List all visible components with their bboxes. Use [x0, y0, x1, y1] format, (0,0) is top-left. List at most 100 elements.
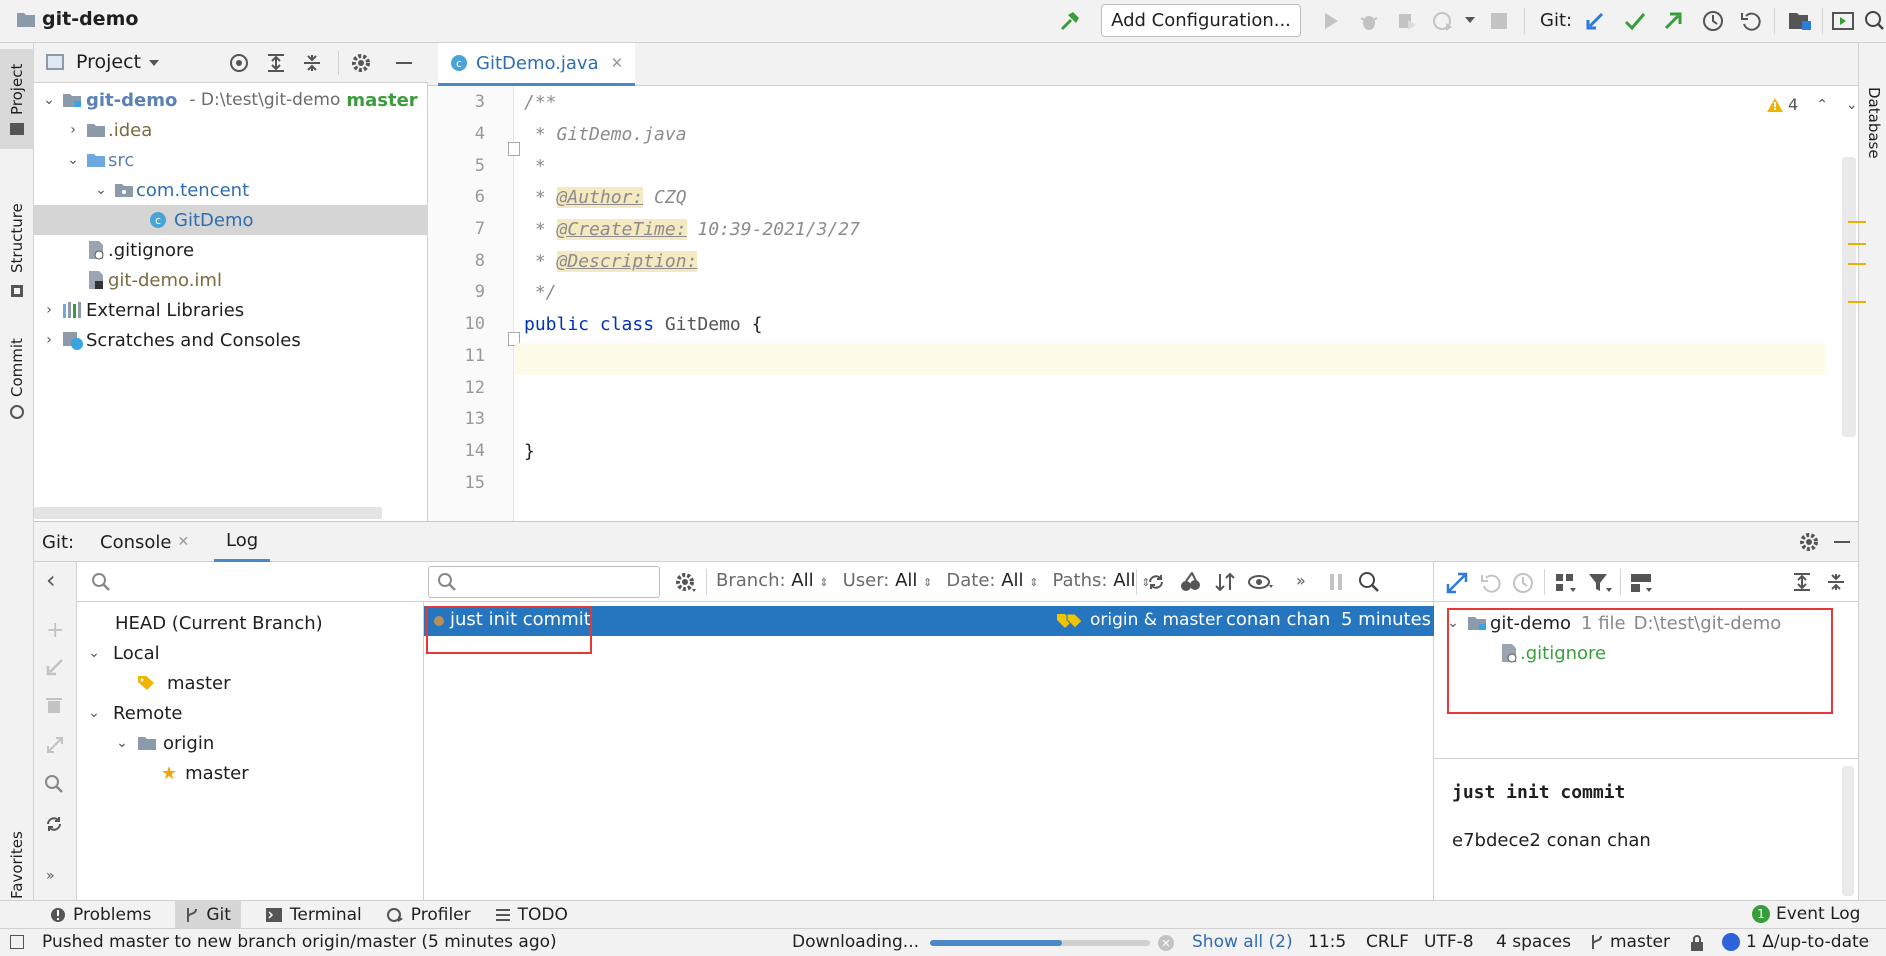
- refresh-icon[interactable]: [44, 814, 64, 834]
- hide-panel-icon[interactable]: [1834, 541, 1850, 543]
- chevron-up-icon[interactable]: ⌃: [1816, 97, 1828, 113]
- coverage-icon[interactable]: [1396, 10, 1418, 32]
- git-update-icon[interactable]: [1584, 10, 1606, 32]
- gear-icon[interactable]: [1798, 531, 1820, 553]
- tool-terminal[interactable]: Terminal: [265, 905, 362, 925]
- chevron-down-icon[interactable]: ⌄: [83, 705, 105, 721]
- status-toggle-icon[interactable]: [10, 935, 24, 949]
- tree-item-package[interactable]: ⌄ com.tencent: [90, 175, 249, 205]
- warning-stripe[interactable]: [1848, 243, 1866, 245]
- warning-stripe[interactable]: [1848, 221, 1866, 223]
- stop-icon[interactable]: [1490, 12, 1508, 30]
- cherry-pick-icon[interactable]: [1180, 572, 1202, 592]
- editor-tab-gitdemo[interactable]: c GitDemo.java ✕: [438, 43, 636, 86]
- branch-group-local[interactable]: ⌄ Local: [83, 638, 160, 668]
- search-icon[interactable]: [1358, 571, 1380, 593]
- run-icon[interactable]: [1322, 11, 1340, 31]
- details-scrollbar[interactable]: [1842, 766, 1854, 896]
- indent-setting[interactable]: 4 spaces: [1496, 932, 1571, 952]
- branch-head[interactable]: HEAD (Current Branch): [115, 608, 323, 638]
- branch-group-remote[interactable]: ⌄ Remote: [83, 698, 182, 728]
- history-icon[interactable]: [1702, 10, 1724, 32]
- branch-remote-origin[interactable]: ⌄ origin: [111, 728, 214, 758]
- chevron-down-icon[interactable]: ⌄: [83, 645, 105, 661]
- chevron-down-icon[interactable]: ⌄: [90, 182, 112, 198]
- branch-search-input[interactable]: [77, 562, 424, 602]
- run-anything-icon[interactable]: [1832, 10, 1854, 32]
- checkout-icon[interactable]: [46, 658, 64, 676]
- project-structure-icon[interactable]: [1788, 10, 1812, 32]
- tool-profiler[interactable]: Profiler: [386, 905, 471, 925]
- tool-problems[interactable]: Problems: [50, 905, 151, 925]
- chevron-right-icon[interactable]: ›: [38, 302, 60, 318]
- add-configuration-button[interactable]: Add Configuration...: [1101, 4, 1301, 37]
- tool-event-log[interactable]: 1 Event Log: [1752, 904, 1860, 924]
- structure-strip-tab[interactable]: Structure: [0, 161, 34, 311]
- tree-item-external-libraries[interactable]: › External Libraries: [34, 295, 244, 325]
- expand-all-icon[interactable]: [266, 53, 286, 73]
- tool-todo[interactable]: TODO: [495, 905, 568, 925]
- caret-position[interactable]: 11:5: [1308, 932, 1346, 952]
- delete-icon[interactable]: [46, 696, 62, 714]
- locate-icon[interactable]: [228, 52, 250, 74]
- horizontal-scrollbar[interactable]: [34, 507, 382, 519]
- search-icon[interactable]: [44, 774, 64, 794]
- profile-icon[interactable]: [1432, 10, 1454, 32]
- project-view-label[interactable]: Project: [76, 51, 141, 73]
- user-filter[interactable]: User: All ⇕: [843, 570, 933, 591]
- close-icon[interactable]: ✕: [611, 54, 624, 72]
- database-strip-tab[interactable]: Database: [1859, 49, 1886, 169]
- warning-stripe[interactable]: [1848, 263, 1866, 265]
- group-by-icon[interactable]: [1554, 572, 1578, 594]
- compare-icon[interactable]: [46, 736, 64, 754]
- refresh-icon[interactable]: [1146, 572, 1166, 592]
- more-icon[interactable]: »: [1296, 571, 1306, 590]
- chevron-down-icon[interactable]: ⌄: [1846, 97, 1858, 113]
- gear-icon[interactable]: [350, 52, 372, 74]
- chevron-right-icon[interactable]: ›: [38, 332, 60, 348]
- warning-stripe[interactable]: [1848, 301, 1866, 303]
- status-message[interactable]: Pushed master to new branch origin/maste…: [42, 932, 557, 952]
- branch-remote-master[interactable]: ★ master: [161, 758, 249, 788]
- git-push-icon[interactable]: [1662, 10, 1684, 32]
- branch-local-master[interactable]: master: [137, 668, 230, 698]
- rollback-icon[interactable]: [1740, 10, 1762, 32]
- inspection-widget[interactable]: 4 ⌃ ⌄: [1766, 95, 1858, 114]
- tree-item-iml[interactable]: git-demo.iml: [84, 265, 222, 295]
- chevron-down-icon[interactable]: ⌄: [62, 152, 84, 168]
- tab-log[interactable]: Log: [214, 522, 271, 562]
- more-icon[interactable]: »: [46, 868, 55, 884]
- add-icon[interactable]: +: [46, 618, 64, 643]
- filter-icon[interactable]: [1588, 572, 1612, 594]
- debug-icon[interactable]: [1358, 10, 1380, 32]
- chevron-down-icon[interactable]: ⌄: [38, 92, 60, 108]
- revert-icon[interactable]: [1480, 572, 1502, 594]
- expand-all-icon[interactable]: [1792, 572, 1812, 592]
- branch-filter[interactable]: Branch: All ⇕: [716, 570, 829, 591]
- tree-root-git-demo[interactable]: ⌄ git-demo - D:\test\git-demo master: [34, 85, 428, 115]
- collapse-all-icon[interactable]: [1826, 572, 1846, 592]
- tree-item-gitdemo[interactable]: c GitDemo: [34, 205, 428, 235]
- close-icon[interactable]: ✕: [177, 534, 189, 550]
- pause-icon[interactable]: [1328, 573, 1344, 591]
- tree-item-scratches[interactable]: › Scratches and Consoles: [34, 325, 301, 355]
- collapse-all-icon[interactable]: [302, 53, 322, 73]
- date-filter[interactable]: Date: All ⇕: [946, 570, 1038, 591]
- tab-console[interactable]: Console ✕: [100, 522, 189, 562]
- search-icon[interactable]: [1864, 10, 1884, 32]
- tree-item-idea[interactable]: › .idea: [62, 115, 152, 145]
- eye-icon[interactable]: [1248, 573, 1274, 591]
- show-all-link[interactable]: Show all (2): [1192, 932, 1293, 952]
- history-icon[interactable]: [1512, 572, 1534, 594]
- vcs-branch-widget[interactable]: master: [1590, 932, 1670, 952]
- cancel-icon[interactable]: ✕: [1158, 935, 1174, 951]
- commit-strip-tab[interactable]: Commit: [0, 293, 34, 423]
- tree-item-src[interactable]: ⌄ src: [62, 145, 134, 175]
- file-encoding[interactable]: UTF-8: [1424, 932, 1474, 952]
- git-commit-icon[interactable]: [1624, 10, 1646, 32]
- vcs-status-widget[interactable]: 1 Δ/up-to-date: [1722, 932, 1869, 952]
- chevron-down-icon[interactable]: [1464, 16, 1476, 24]
- lock-icon[interactable]: [1690, 934, 1704, 952]
- build-hammer-icon[interactable]: [1058, 9, 1082, 33]
- tree-item-gitignore[interactable]: .gitignore: [84, 235, 194, 265]
